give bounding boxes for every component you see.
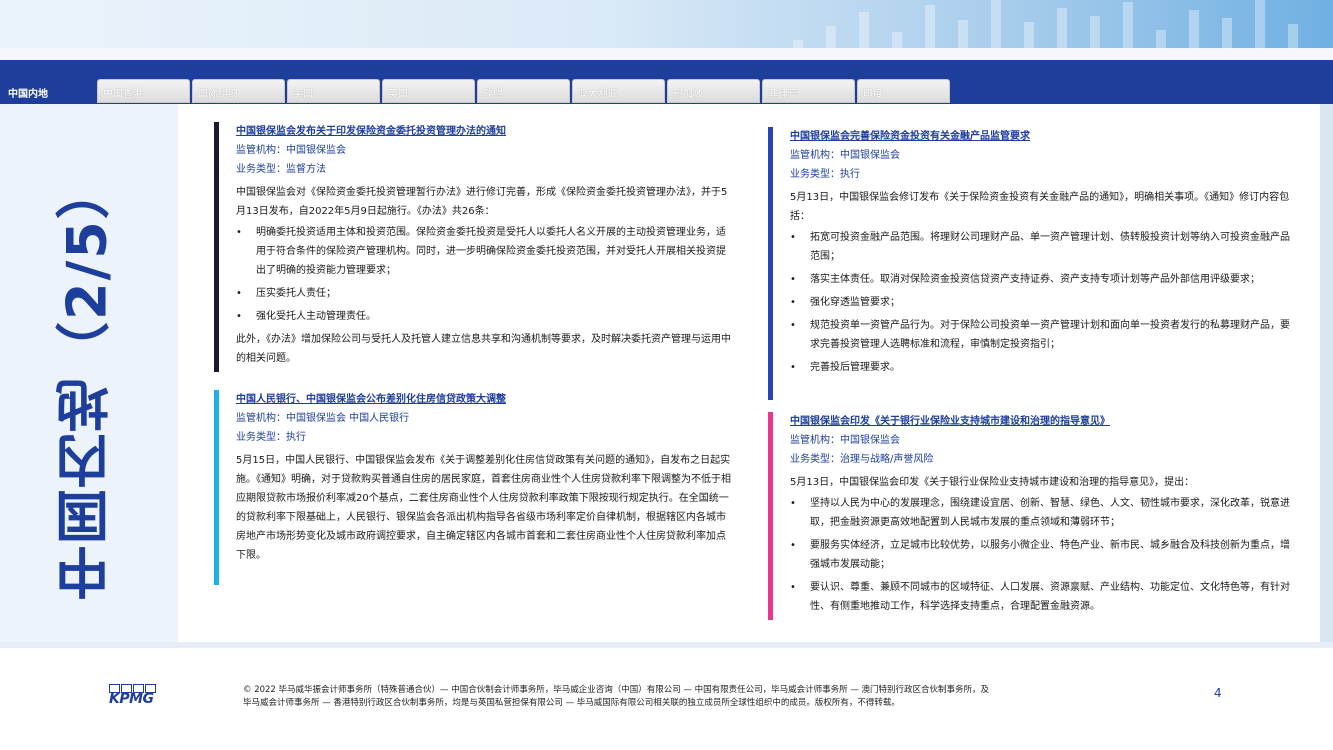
article-regulator: 监管机构：中国银保监会 中国人民银行 (236, 409, 734, 428)
article-type: 业务类型：执行 (236, 428, 734, 447)
article-title-link[interactable]: 中国人民银行、中国银保监会公布差别化住房信贷政策大调整 (236, 390, 734, 409)
article-housing-credit-policy: 中国人民银行、中国银保监会公布差别化住房信贷政策大调整 监管机构：中国银保监会 … (214, 390, 734, 585)
content-bottom-edge (0, 642, 1333, 648)
article-financial-products-supervision: 中国银保监会完善保险资金投资有关金融产品监管要求 监管机构：中国银保监会 业务类… (768, 127, 1290, 400)
article-title-link[interactable]: 中国银保监会完善保险资金投资有关金融产品监管要求 (790, 127, 1290, 146)
article-intro: 5月15日，中国人民银行、中国银保监会发布《关于调整差别化住房信贷政策有关问题的… (236, 455, 731, 561)
article-regulator: 监管机构：中国银保监会 (790, 146, 1290, 165)
regulator-value: 中国银保监会 (840, 435, 900, 446)
article-type: 业务类型：执行 (790, 165, 1290, 184)
copyright-notice: © 2022 毕马威华振会计师事务所（特殊普通合伙）— 中国合伙制会计师事务所，… (243, 684, 1103, 710)
page-number: 4 (1214, 686, 1222, 700)
article-outro: 此外，《办法》增加保险公司与受托人及托管人建立信息共享和沟通机制等要求，及时解决… (236, 334, 731, 364)
article-title-link[interactable]: 中国银保监会发布关于印发保险资金委托投资管理办法的通知 (236, 122, 734, 141)
tab-6[interactable]: 澳大利亚 (572, 79, 665, 103)
type-label: 业务类型： (236, 432, 286, 443)
bullet-item: 落实主体责任。取消对保险资金投资信贷资产支持证券、资产支持专项计划等产品外部信用… (790, 270, 1290, 289)
bullet-item: 完善投后管理要求。 (790, 358, 1290, 377)
type-value: 执行 (840, 169, 860, 180)
tab-3[interactable]: 美国 (287, 79, 380, 103)
article-bullets: 明确委托投资适用主体和投资范围。保险资金委托投资是受托人以委托人名义开展的主动投… (236, 223, 734, 326)
bullet-item: 坚持以人民为中心的发展理念，围绕建设宜居、创新、智慧、绿色、人文、韧性城市要求，… (790, 494, 1290, 532)
article-insurance-entrusted-investment: 中国银保监会发布关于印发保险资金委托投资管理办法的通知 监管机构：中国银保监会 … (214, 122, 734, 372)
regulator-label: 监管机构： (790, 435, 840, 446)
page-title: 中国内地（2/5） (55, 163, 119, 600)
regulator-label: 监管机构： (236, 145, 286, 156)
article-accent-bar (768, 412, 773, 620)
bullet-item: 压实委托人责任； (236, 284, 734, 303)
type-value: 执行 (286, 432, 306, 443)
regulator-value: 中国银保监会 中国人民银行 (286, 413, 410, 424)
bullet-item: 要服务实体经济，立足城市比较优势，以服务小微企业、特色产业、新市民、城乡融合及科… (790, 536, 1290, 574)
article-type: 业务类型：治理与战略/声誉风险 (790, 450, 1290, 469)
kpmg-logo-text: KPMG (109, 691, 154, 707)
copyright-line: © 2022 毕马威华振会计师事务所（特殊普通合伙）— 中国合伙制会计师事务所，… (243, 685, 990, 695)
regulator-value: 中国银保监会 (840, 150, 900, 161)
type-value: 治理与战略/声誉风险 (840, 454, 934, 465)
bullet-item: 强化受托人主动管理责任。 (236, 307, 734, 326)
article-accent-bar (768, 127, 773, 400)
tab-4[interactable]: 英国 (382, 79, 475, 103)
article-bullets: 拓宽可投资金融产品范围。将理财公司理财产品、单一资产管理计划、债转股投资计划等纳… (790, 228, 1290, 377)
article-city-construction-guidance: 中国银保监会印发《关于银行业保险业支持城市建设和治理的指导意见》 监管机构：中国… (768, 412, 1290, 622)
article-bullets: 坚持以人民为中心的发展理念，围绕建设宜居、创新、智慧、绿色、人文、韧性城市要求，… (790, 494, 1290, 616)
article-accent-bar (214, 390, 219, 585)
region-tabs: 中国内地 中国香港 国际组织 美国 英国 欧盟 澳大利亚 新加坡 菲律宾 印度 (2, 79, 952, 103)
tab-0[interactable]: 中国内地 (2, 79, 95, 103)
right-edge (1320, 104, 1333, 642)
tab-8[interactable]: 菲律宾 (762, 79, 855, 103)
tab-9[interactable]: 印度 (857, 79, 950, 103)
type-value: 监督方法 (286, 164, 326, 175)
article-intro: 5月13日，中国银保监会修订发布《关于保险资金投资有关金融产品的通知》，明确相关… (790, 192, 1290, 222)
article-intro: 中国银保监会对《保险资金委托投资管理暂行办法》进行修订完善，形成《保险资金委托投… (236, 187, 728, 217)
tab-1[interactable]: 中国香港 (97, 79, 190, 103)
bullet-item: 明确委托投资适用主体和投资范围。保险资金委托投资是受托人以委托人名义开展的主动投… (236, 223, 734, 280)
regulator-value: 中国银保监会 (286, 145, 346, 156)
tab-2[interactable]: 国际组织 (192, 79, 285, 103)
article-accent-bar (214, 122, 219, 372)
article-title-link[interactable]: 中国银保监会印发《关于银行业保险业支持城市建设和治理的指导意见》 (790, 412, 1290, 431)
article-type: 业务类型：监督方法 (236, 160, 734, 179)
type-label: 业务类型： (790, 454, 840, 465)
tab-5[interactable]: 欧盟 (477, 79, 570, 103)
regulator-label: 监管机构： (790, 150, 840, 161)
bullet-item: 规范投资单一资管产品行为。对于保险公司投资单一资产管理计划和面向单一投资者发行的… (790, 316, 1290, 354)
article-intro: 5月13日，中国银保监会印发《关于银行业保险业支持城市建设和治理的指导意见》，提… (790, 477, 1195, 488)
bullet-item: 拓宽可投资金融产品范围。将理财公司理财产品、单一资产管理计划、债转股投资计划等纳… (790, 228, 1290, 266)
tab-7[interactable]: 新加坡 (667, 79, 760, 103)
regulator-label: 监管机构： (236, 413, 286, 424)
copyright-line: 毕马威会计师事务所 — 香港特别行政区合伙制事务所，均是与英国私营担保有限公司 … (243, 698, 900, 709)
kpmg-logo: KPMG (109, 684, 165, 708)
article-regulator: 监管机构：中国银保监会 (236, 141, 734, 160)
article-regulator: 监管机构：中国银保监会 (790, 431, 1290, 450)
bullet-item: 要认识、尊重、兼顾不同城市的区域特征、人口发展、资源禀赋、产业结构、功能定位、文… (790, 578, 1290, 616)
type-label: 业务类型： (236, 164, 286, 175)
type-label: 业务类型： (790, 169, 840, 180)
bullet-item: 强化穿透监管要求； (790, 293, 1290, 312)
header-strip (0, 48, 1333, 60)
